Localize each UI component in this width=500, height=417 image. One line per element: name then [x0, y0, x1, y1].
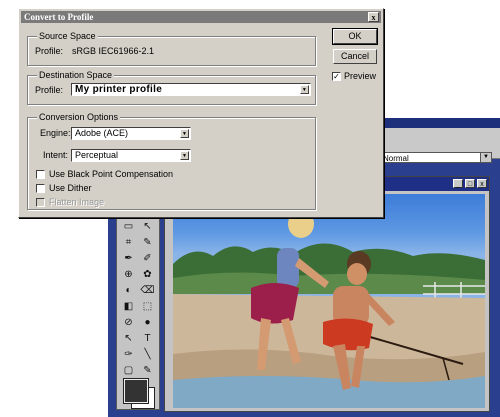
close-button[interactable]: x [477, 179, 487, 188]
ok-button[interactable]: OK [332, 28, 378, 45]
minimize-button[interactable]: _ [453, 179, 463, 188]
dodge-tool-icon[interactable]: ◐ [120, 283, 137, 298]
source-space-group: Source Space Profile: sRGB IEC61966-2.1 [27, 30, 316, 66]
blend-mode-value: Normal [383, 154, 409, 163]
eyedropper-tool-icon[interactable]: ✎ [139, 235, 156, 250]
burn-tool-icon[interactable]: ⊘ [120, 315, 137, 330]
destination-space-group: Destination Space Profile: My printer pr… [27, 69, 316, 105]
destination-space-legend: Destination Space [37, 69, 115, 81]
line-tool-icon[interactable]: ╲ [139, 347, 156, 362]
type-tool-icon[interactable]: T [139, 331, 156, 346]
intent-value: Perceptual [75, 150, 119, 160]
foreground-color-swatch[interactable] [124, 379, 148, 403]
flatten-image-checkbox [36, 198, 45, 207]
chevron-down-icon[interactable]: ▼ [180, 151, 189, 160]
sampler-tool-icon[interactable]: ✎ [139, 363, 156, 378]
destination-profile-select[interactable]: My printer profile ▼ [71, 83, 311, 96]
preview-checkbox[interactable]: ✓ [332, 72, 341, 81]
sponge-tool-icon[interactable]: ● [139, 315, 156, 330]
toolbox: ▭ ↖ ⌗ ✎ ✒ ✐ ⊕ ✿ ◐ ⌫ ◧ ⬚ ⊘ ● ↖ T ✑ ╲ ▢ ✎ [116, 214, 160, 410]
dither-label[interactable]: Use Dither [49, 182, 92, 194]
beach-photo-image [173, 210, 485, 408]
pen-tool-icon[interactable]: ✑ [120, 347, 137, 362]
gradient-tool-icon[interactable]: ◧ [120, 299, 137, 314]
engine-value: Adobe (ACE) [75, 128, 129, 138]
blur-tool-icon[interactable]: ⬚ [139, 299, 156, 314]
blend-mode-select[interactable]: Normal ▼ [378, 152, 492, 163]
source-space-legend: Source Space [37, 30, 98, 42]
marquee-tool-icon[interactable]: ▭ [120, 219, 137, 234]
history-brush-icon[interactable]: ✿ [139, 267, 156, 282]
intent-select[interactable]: Perceptual ▼ [71, 149, 191, 162]
destination-profile-value: My printer profile [75, 84, 163, 95]
dialog-title: Convert to Profile [24, 12, 94, 22]
destination-profile-label: Profile: [35, 85, 64, 95]
pencil-tool-icon[interactable]: ✐ [139, 251, 156, 266]
chevron-down-icon[interactable]: ▼ [300, 85, 309, 94]
path-select-icon[interactable]: ↖ [120, 331, 137, 346]
dither-checkbox[interactable] [36, 184, 45, 193]
conversion-options-group: Conversion Options Engine: Adobe (ACE) ▼… [27, 111, 316, 210]
brush-tool-icon[interactable]: ✒ [120, 251, 137, 266]
chevron-down-icon[interactable]: ▼ [180, 129, 189, 138]
source-profile-label: Profile: [35, 46, 64, 56]
notes-tool-icon[interactable]: ▢ [120, 363, 137, 378]
maximize-button[interactable]: □ [465, 179, 475, 188]
preview-label[interactable]: Preview [344, 70, 376, 82]
convert-to-profile-dialog: Convert to Profile x Source Space Profil… [18, 8, 384, 218]
intent-label: Intent: [43, 150, 69, 160]
close-button[interactable]: x [368, 12, 379, 22]
beach-photo [173, 194, 485, 408]
cancel-button[interactable]: Cancel [333, 49, 377, 64]
chevron-down-icon[interactable]: ▼ [480, 153, 491, 162]
stamp-tool-icon[interactable]: ⊕ [120, 267, 137, 282]
conversion-options-legend: Conversion Options [37, 111, 121, 123]
source-profile-value: sRGB IEC61966-2.1 [72, 46, 155, 56]
crop-tool-icon[interactable]: ⌗ [120, 235, 137, 250]
flatten-image-label: Flatten Image [49, 197, 105, 207]
dialog-title-bar: Convert to Profile x [21, 11, 381, 23]
engine-label: Engine: [40, 128, 71, 138]
black-point-label[interactable]: Use Black Point Compensation [49, 168, 173, 180]
engine-select[interactable]: Adobe (ACE) ▼ [71, 127, 191, 140]
eraser-tool-icon[interactable]: ⌫ [139, 283, 156, 298]
black-point-checkbox[interactable] [36, 170, 45, 179]
move-tool-icon[interactable]: ↖ [139, 219, 156, 234]
